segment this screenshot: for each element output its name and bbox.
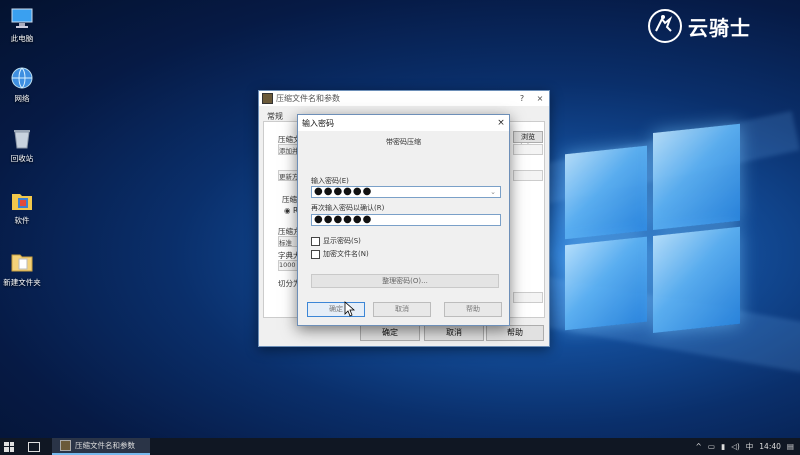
system-tray: ^ ▭ ▮ ◁) 中 14:40 ▤ — [696, 441, 794, 452]
network-icon — [10, 66, 34, 90]
password-dialog-subtitle: 带密码压缩 — [386, 138, 421, 146]
desktop-icon-label: 回收站 — [10, 154, 34, 163]
password-dialog-title: 输入密码 — [302, 118, 334, 128]
ime-indicator[interactable]: 中 — [746, 441, 754, 452]
chevron-down-icon[interactable]: ⌄ — [490, 187, 497, 197]
checkbox-box[interactable] — [311, 249, 320, 259]
organize-passwords-button[interactable]: 整理密码(O)... — [311, 274, 499, 288]
close-icon[interactable]: × — [493, 118, 509, 128]
enter-password-label: 输入密码(E) — [311, 177, 349, 185]
desktop-icon-label: 此电脑 — [10, 34, 34, 43]
desktop-icon-recycle-bin[interactable]: 回收站 — [0, 126, 44, 164]
archive-dialog-titlebar[interactable]: 压缩文件名和参数 ? × — [259, 91, 549, 106]
desktop-icon-software[interactable]: 软件 — [0, 188, 44, 226]
knight-logo-icon — [648, 9, 682, 43]
enter-password-value: ●●●●●● — [314, 186, 373, 197]
brand-text: 云骑士 — [688, 15, 751, 40]
close-icon[interactable]: × — [531, 94, 549, 103]
password-dialog-titlebar[interactable]: 输入密码 × — [298, 115, 509, 131]
desktop-icon-new-folder[interactable]: 新建文件夹 — [0, 250, 44, 288]
reenter-password-label: 再次输入密码以确认(R) — [311, 204, 385, 212]
taskbar: 压缩文件名和参数 ^ ▭ ▮ ◁) 中 14:40 ▤ — [0, 438, 800, 455]
update-mode-dropdown[interactable] — [513, 170, 543, 181]
show-password-checkbox[interactable]: 显示密码(S) — [311, 236, 361, 246]
recycle-bin-icon — [10, 126, 34, 150]
desktop-icon-label: 新建文件夹 — [3, 278, 41, 287]
archive-cancel-button[interactable]: 取消 — [424, 325, 484, 341]
archive-dialog-title: 压缩文件名和参数 — [276, 94, 340, 103]
password-cancel-button[interactable]: 取消 — [373, 302, 431, 317]
desktop-icon-label: 软件 — [14, 216, 30, 225]
network-tray-icon[interactable]: ▭ — [708, 442, 715, 451]
archive-name-dropdown[interactable] — [513, 144, 543, 155]
password-ok-button[interactable]: 确定 — [307, 302, 365, 317]
password-help-button[interactable]: 帮助 — [444, 302, 502, 317]
task-view-icon[interactable] — [28, 441, 40, 452]
browse-button[interactable]: 浏览(B)... — [513, 131, 543, 151]
reenter-password-input[interactable]: ●●●●●● — [311, 214, 501, 226]
desktop-icon-this-pc[interactable]: 此电脑 — [0, 6, 44, 44]
desktop-icon-label: 网络 — [14, 94, 30, 103]
help-icon[interactable]: ? — [513, 94, 531, 103]
software-icon — [10, 188, 34, 212]
show-password-label: 显示密码(S) — [323, 237, 361, 245]
checkbox-box[interactable] — [311, 236, 320, 246]
computer-icon — [10, 6, 34, 30]
clock[interactable]: 14:40 — [759, 442, 781, 451]
start-button-windows-icon[interactable] — [4, 441, 14, 452]
windows-logo-wallpaper — [565, 96, 740, 344]
battery-icon[interactable]: ▮ — [721, 442, 725, 451]
taskbar-app-label: 压缩文件名和参数 — [75, 441, 135, 450]
brand-watermark: 云骑士 — [648, 8, 751, 44]
desktop-icon-network[interactable]: 网络 — [0, 66, 44, 104]
taskbar-app-archive-dialog[interactable]: 压缩文件名和参数 — [52, 438, 150, 455]
archive-help-button[interactable]: 帮助 — [486, 325, 544, 341]
encrypt-filenames-checkbox[interactable]: 加密文件名(N) — [311, 249, 369, 259]
encrypt-filenames-label: 加密文件名(N) — [323, 250, 369, 258]
enter-password-input[interactable]: ●●●●●● ⌄ — [311, 186, 501, 198]
volume-icon[interactable]: ◁) — [731, 442, 740, 451]
split-volumes-field[interactable] — [513, 292, 543, 303]
reenter-password-value: ●●●●●● — [314, 214, 373, 225]
mouse-cursor-icon — [344, 301, 356, 317]
enter-password-dialog: 输入密码 × 带密码压缩 输入密码(E) ●●●●●● ⌄ 再次输入密码以确认(… — [297, 114, 510, 326]
notification-icon[interactable]: ▤ — [787, 442, 794, 451]
winrar-icon — [60, 440, 71, 451]
winrar-icon — [262, 93, 273, 104]
archive-ok-button[interactable]: 确定 — [360, 325, 420, 341]
tray-overflow-icon[interactable]: ^ — [696, 442, 702, 451]
folder-icon — [10, 250, 34, 274]
